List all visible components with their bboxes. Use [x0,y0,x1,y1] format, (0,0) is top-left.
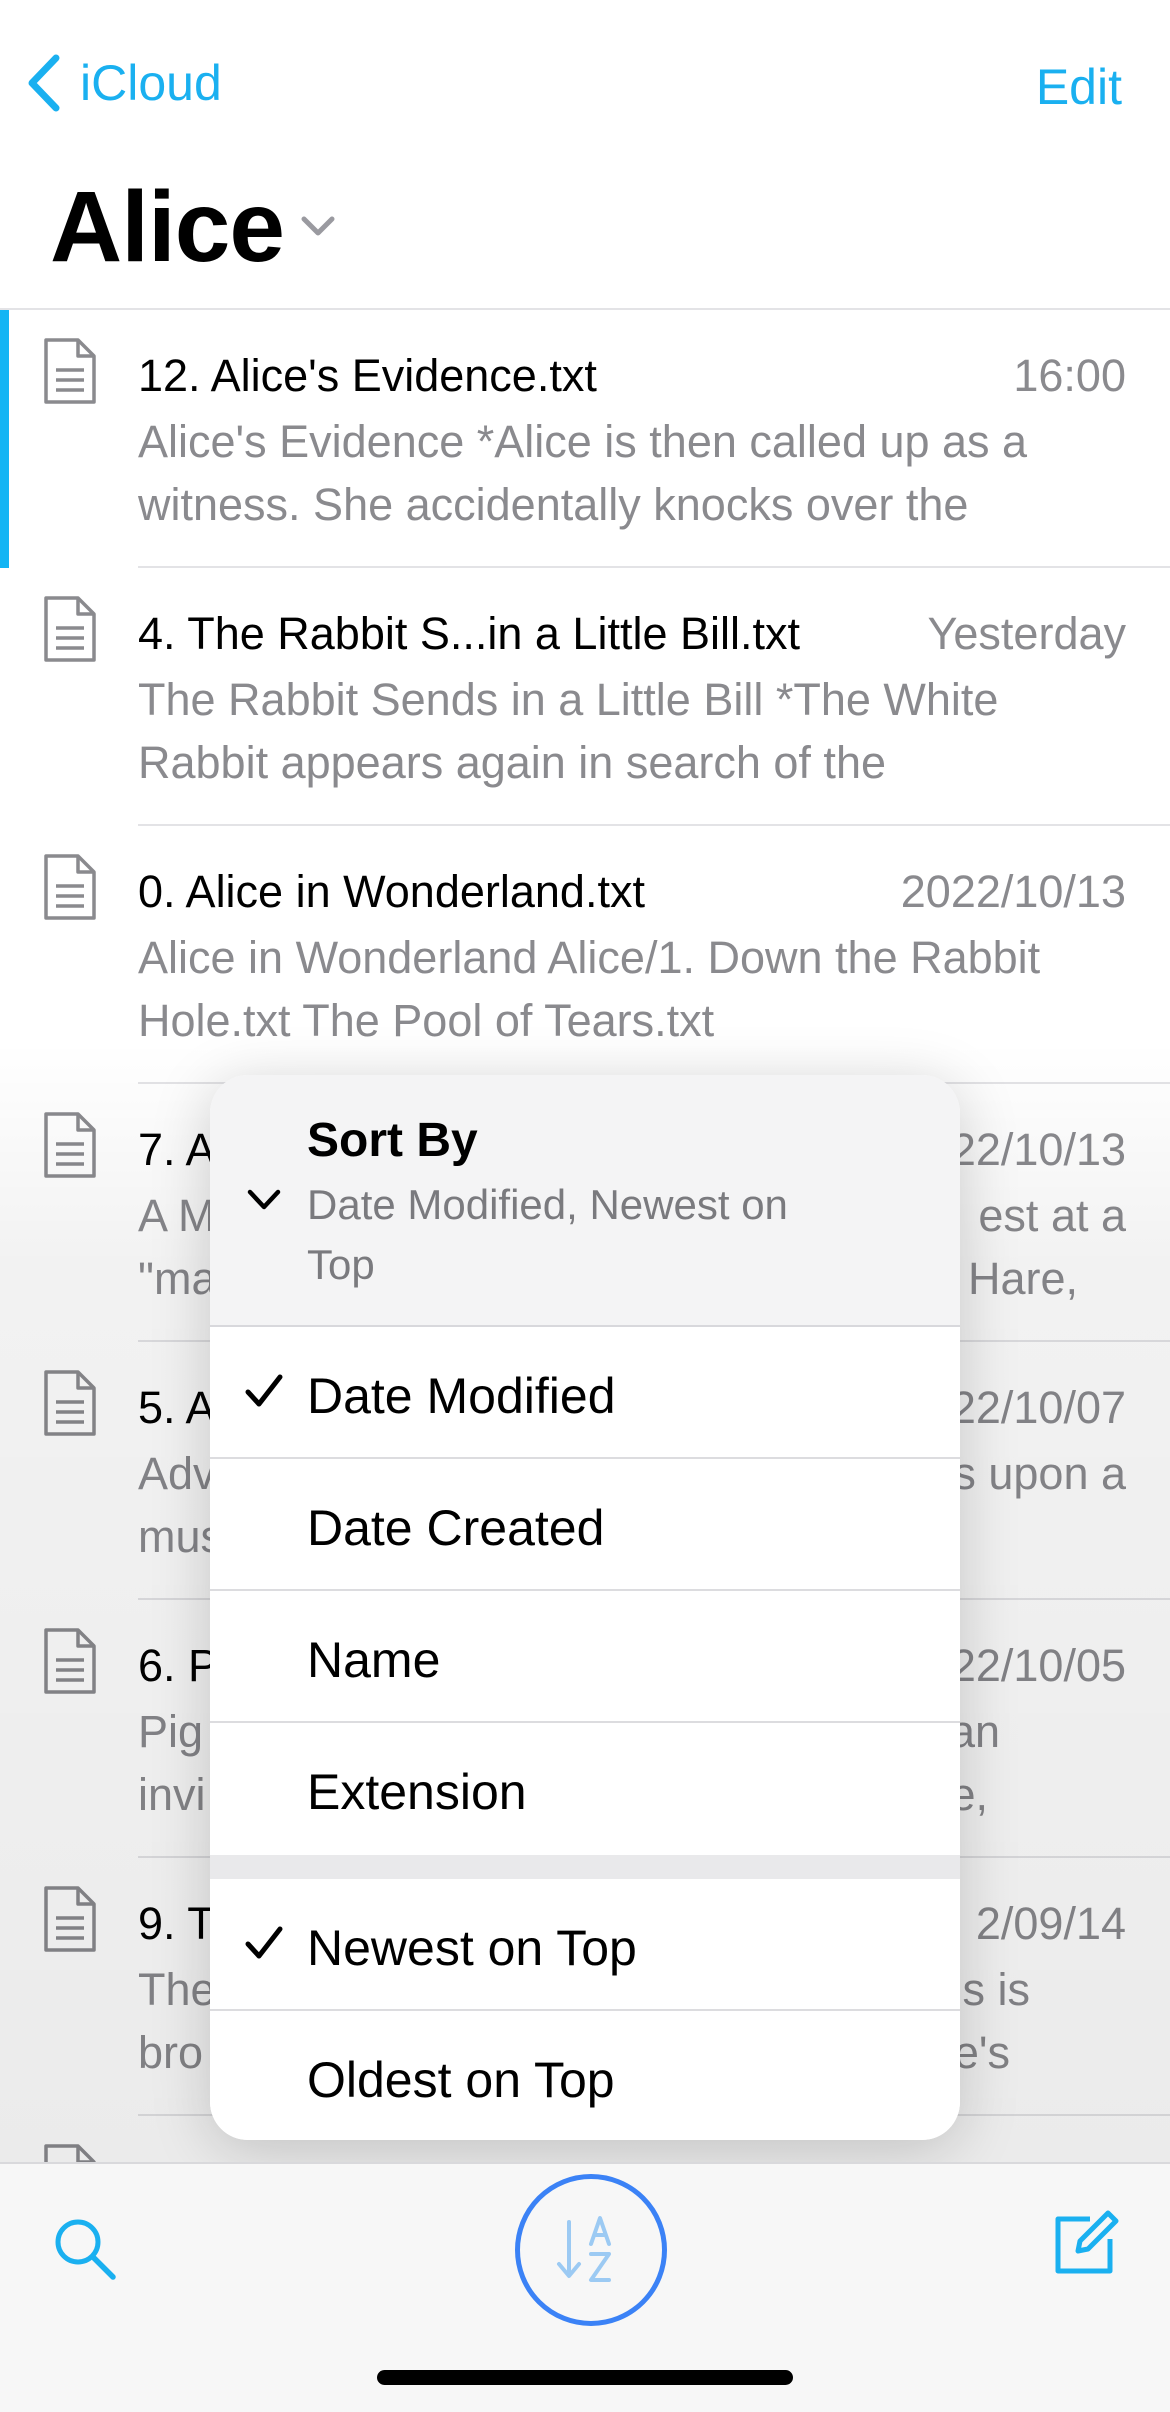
sort-menu-header[interactable]: Sort By Date Modified, Newest on Top [210,1075,960,1327]
chevron-down-icon [298,211,338,244]
document-icon [44,596,96,662]
sort-option-name[interactable]: Name [210,1591,960,1723]
file-date: 16:00 [1013,350,1126,401]
sort-option-date-modified[interactable]: Date Modified [210,1327,960,1459]
document-icon [44,2144,96,2163]
sort-menu-subtitle: Date Modified, Newest on Top [307,1181,788,1288]
file-name: 5. A [138,1382,216,1433]
page-title: Alice [50,171,285,283]
sort-az-icon [557,2216,611,2282]
sort-button[interactable] [515,2174,667,2326]
file-preview: Alice's Evidence *Alice is then called u… [138,416,1028,530]
sort-menu: Sort By Date Modified, Newest on Top Dat… [210,1075,960,2140]
file-name: 12. Alice's Evidence.txt [138,350,597,401]
checkmark-icon [245,1374,283,1407]
file-preview: Hare, [967,1253,1078,1304]
file-date: 22/10/05 [950,1640,1126,1691]
file-date: 22/10/07 [950,1382,1126,1433]
sort-option-label: Date Modified [307,1368,616,1424]
sort-option-extension[interactable]: Extension [210,1723,960,1855]
sort-option-label: Date Created [307,1500,605,1556]
sort-order-oldest[interactable]: Oldest on Top [210,2011,960,2140]
sort-order-newest[interactable]: Newest on Top [210,1879,960,2011]
file-name: 0. Alice in Wonderland.txt [138,866,645,917]
back-button-label: iCloud [80,55,222,111]
document-icon [44,338,96,404]
file-name: 9. T [138,1898,215,1949]
file-name: 4. The Rabbit S...in a Little Bill.txt [138,608,800,659]
home-indicator[interactable] [377,2370,793,2385]
back-button[interactable]: iCloud [26,52,222,114]
sort-order-label: Newest on Top [307,1920,637,1976]
edit-button[interactable]: Edit [1036,58,1122,116]
file-name: 6. P [138,1640,219,1691]
sort-option-label: Extension [307,1764,527,1820]
file-name: 7. A [138,1124,216,1175]
file-preview: s upon a [953,1448,1126,1499]
document-icon [44,1628,96,1694]
document-icon [44,1370,96,1436]
navigation-bar: iCloud Edit [0,0,1170,170]
sort-option-date-created[interactable]: Date Created [210,1459,960,1591]
file-row[interactable]: 0. Alice in Wonderland.txt 2022/10/13 Al… [0,826,1170,1084]
document-icon [44,854,96,920]
search-icon[interactable] [50,2214,120,2284]
checkmark-icon [245,1926,283,1959]
file-preview: s is [962,1964,1031,2015]
sort-option-label: Name [307,1632,441,1688]
file-date: 2/09/14 [975,1898,1126,1949]
file-row[interactable]: 12. Alice's Evidence.txt 16:00 Alice's E… [0,310,1170,568]
menu-section-divider [210,1855,960,1879]
sort-order-label: Oldest on Top [307,2052,615,2108]
file-preview: The Rabbit Sends in a Little Bill *The W… [138,674,999,788]
file-preview: Alice in Wonderland Alice/1. Down the Ra… [138,932,1041,1046]
file-date: 2022/10/13 [900,866,1126,917]
sort-menu-title: Sort By [307,1114,478,1167]
file-preview: e's [953,2027,1010,2078]
document-icon [44,1112,96,1178]
compose-icon[interactable] [1050,2209,1120,2279]
document-icon [44,1886,96,1952]
file-preview: est at a [978,1190,1126,1241]
file-row[interactable]: 4. The Rabbit S...in a Little Bill.txt Y… [0,568,1170,826]
chevron-left-icon [28,54,60,112]
folder-title-dropdown[interactable]: Alice [50,170,338,285]
file-date: 22/10/13 [950,1124,1126,1175]
file-date: Yesterday [927,608,1126,659]
chevron-down-icon [247,1189,281,1210]
